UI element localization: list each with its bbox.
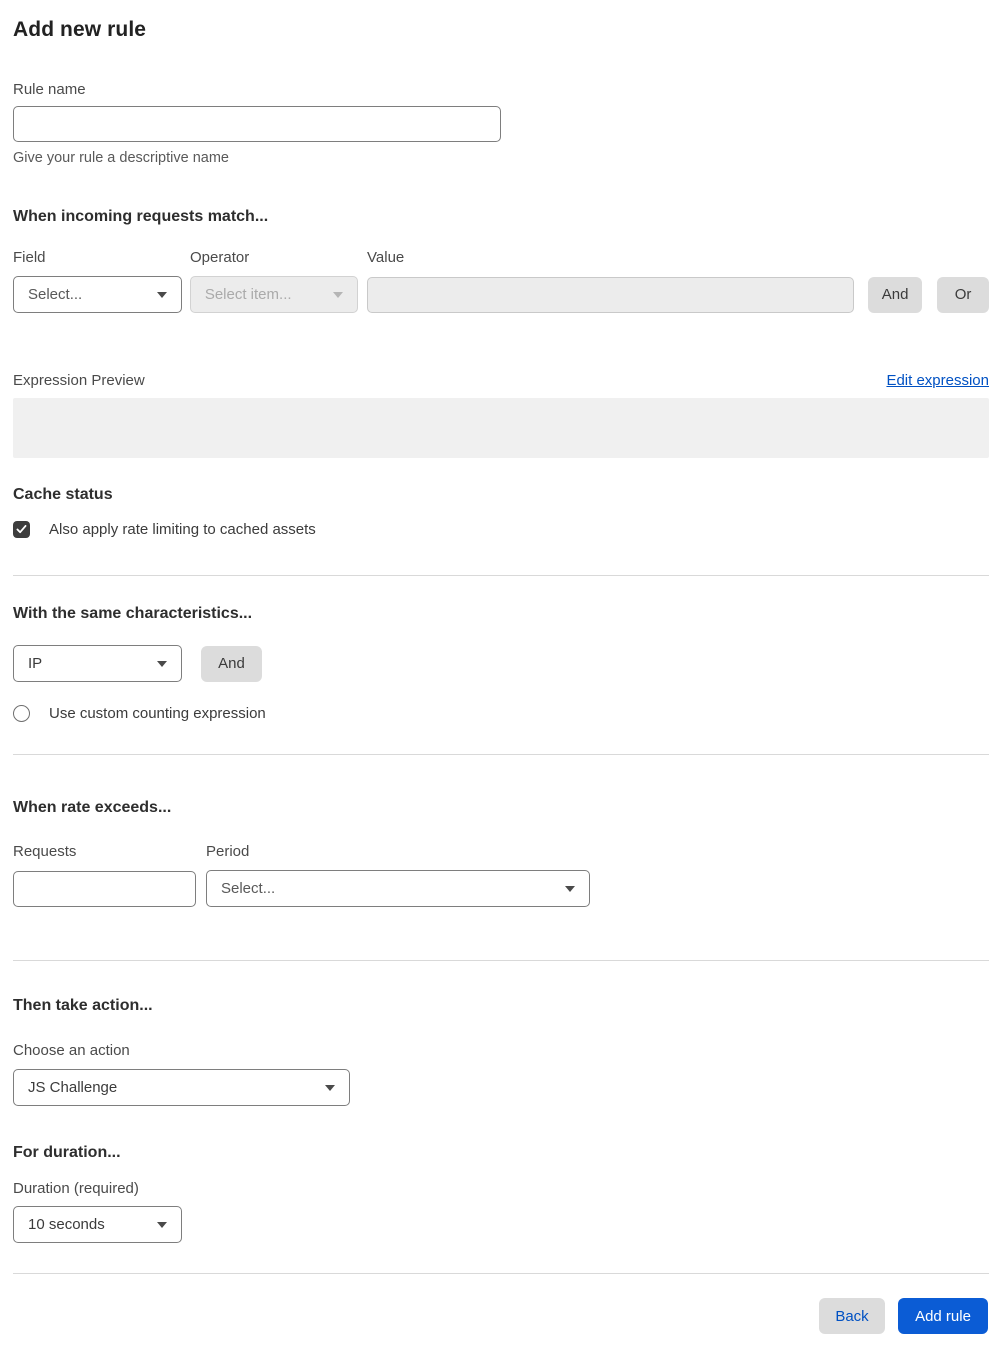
value-input (366, 276, 855, 313)
requests-input[interactable] (13, 870, 196, 907)
field-select[interactable]: Select... (13, 276, 182, 313)
action-select-value: JS Challenge (28, 1079, 118, 1096)
rate-controls-row: Select... (13, 870, 989, 907)
characteristics-row: IP And (13, 645, 989, 682)
custom-expression-checkbox[interactable] (13, 705, 30, 722)
field-label: Field (13, 249, 46, 266)
section-divider (13, 960, 989, 961)
operator-label: Operator (190, 249, 250, 266)
field-select-value: Select... (28, 286, 83, 303)
edit-expression-link[interactable]: Edit expression (886, 372, 989, 389)
period-label: Period (206, 843, 250, 860)
and-button[interactable]: And (868, 276, 923, 313)
chevron-down-icon (325, 1084, 335, 1091)
back-button[interactable]: Back (819, 1298, 885, 1334)
duration-label: Duration (required) (13, 1180, 139, 1197)
or-button[interactable]: Or (937, 276, 989, 313)
chevron-down-icon (565, 885, 575, 892)
characteristics-section-heading: With the same characteristics... (13, 605, 253, 622)
expression-preview-header: Expression Preview Edit expression (13, 372, 989, 389)
chevron-down-icon (332, 291, 343, 298)
cache-checkbox-label: Also apply rate limiting to cached asset… (49, 521, 316, 538)
rate-section-heading: When rate exceeds... (13, 799, 172, 816)
custom-expression-label: Use custom counting expression (49, 705, 266, 722)
add-rule-button[interactable]: Add rule (898, 1298, 988, 1334)
characteristic-select-value: IP (28, 655, 43, 672)
page-title: Add new rule (13, 18, 147, 41)
action-select[interactable]: JS Challenge (13, 1069, 350, 1106)
cache-checkbox-row: Also apply rate limiting to cached asset… (13, 521, 989, 538)
chevron-down-icon (156, 291, 167, 298)
value-label: Value (367, 249, 405, 266)
duration-select[interactable]: 10 seconds (13, 1206, 182, 1243)
expression-preview-label: Expression Preview (13, 372, 145, 389)
expression-preview-box (13, 398, 989, 458)
rule-name-help: Give your rule a descriptive name (13, 150, 229, 166)
requests-label: Requests (13, 843, 77, 860)
footer-divider (13, 1273, 989, 1274)
custom-expression-row: Use custom counting expression (13, 705, 989, 722)
section-divider (13, 754, 989, 755)
operator-select: Select item... (189, 276, 358, 313)
match-controls-row: Select... Select item... And Or (13, 276, 989, 313)
match-section-heading: When incoming requests match... (13, 208, 269, 225)
chevron-down-icon (157, 660, 167, 667)
characteristic-and-button[interactable]: And (201, 645, 262, 682)
chevron-down-icon (157, 1221, 167, 1228)
rule-name-label: Rule name (13, 81, 86, 98)
check-icon (16, 525, 27, 534)
cache-checkbox[interactable] (13, 521, 30, 538)
rate-labels-row: Requests Period (13, 843, 989, 860)
characteristic-select[interactable]: IP (13, 645, 182, 682)
choose-action-label: Choose an action (13, 1042, 130, 1059)
duration-section-heading: For duration... (13, 1144, 121, 1161)
rule-name-input[interactable] (13, 106, 501, 142)
add-rule-form: Add new rule Rule name Give your rule a … (0, 0, 1002, 1346)
section-divider (13, 575, 989, 576)
period-select[interactable]: Select... (206, 870, 590, 907)
footer-actions: Back Add rule (13, 1298, 989, 1334)
cache-section-heading: Cache status (13, 486, 113, 503)
period-select-value: Select... (221, 880, 276, 897)
match-labels-row: Field Operator Value (13, 249, 989, 266)
action-section-heading: Then take action... (13, 997, 153, 1014)
operator-select-value: Select item... (204, 286, 292, 303)
duration-select-value: 10 seconds (28, 1216, 105, 1233)
